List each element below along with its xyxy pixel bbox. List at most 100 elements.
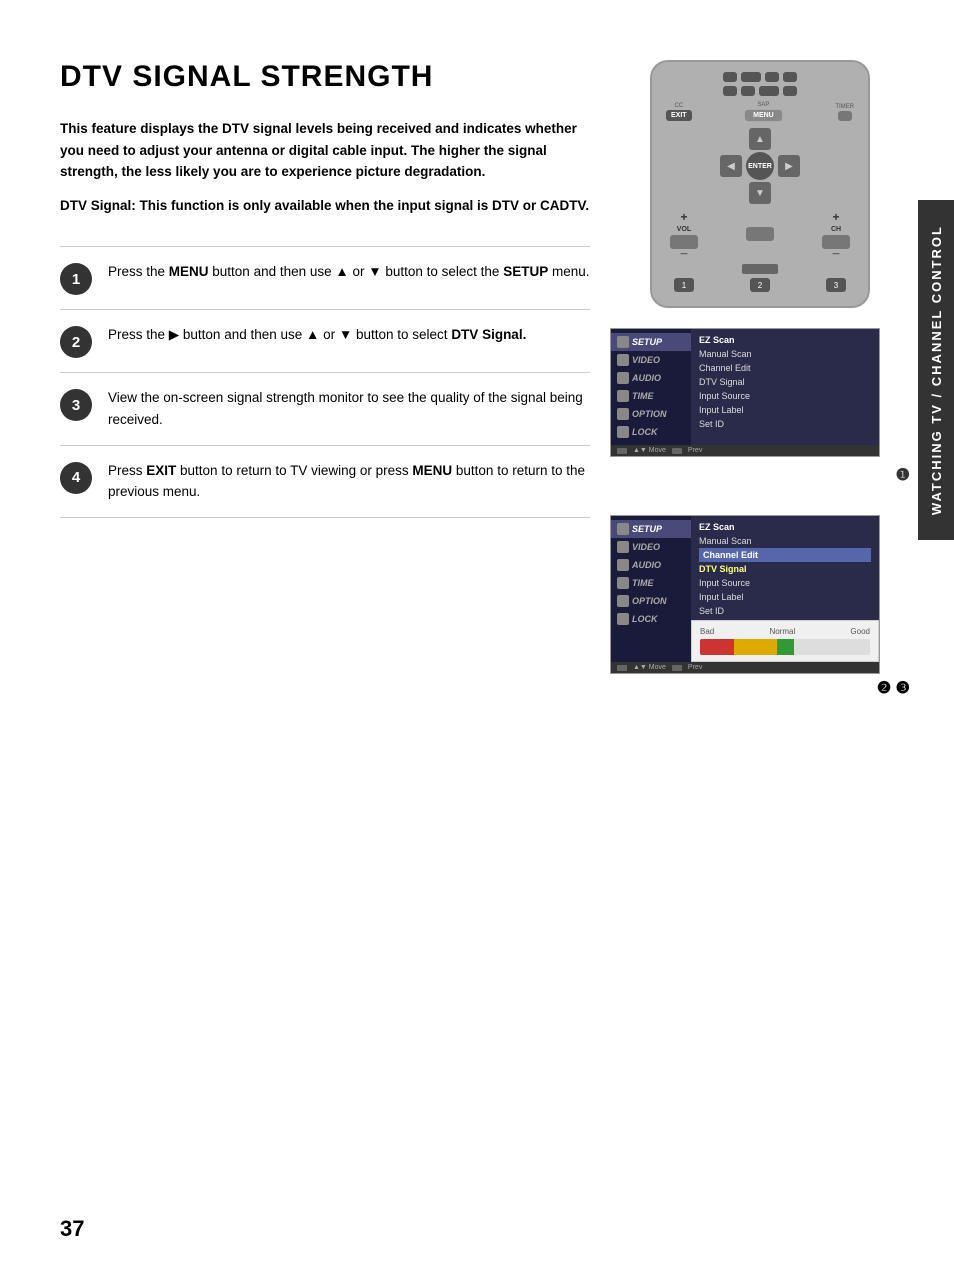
timer-button[interactable] xyxy=(838,111,852,121)
menu-screenshot-2: SETUP VIDEO AUDIO TIME xyxy=(610,515,880,674)
menu-layout-1: SETUP VIDEO AUDIO TIME xyxy=(611,329,879,445)
menu-right-manual-scan-1: Manual Scan xyxy=(699,347,871,361)
setup-icon-1 xyxy=(617,336,629,348)
enter-button[interactable]: ENTER xyxy=(746,152,774,180)
menu-right-set-id-2: Set ID xyxy=(699,604,871,618)
dpad-left[interactable]: ◀ xyxy=(720,155,742,177)
menu-item-video-1: VIDEO xyxy=(611,351,691,369)
remote-btn-rew xyxy=(723,86,737,96)
option-icon-1 xyxy=(617,408,629,420)
menu-prev-text-1: Prev xyxy=(688,447,702,454)
ch-label: CH xyxy=(831,226,841,233)
screenshot-wrapper-1: SETUP VIDEO AUDIO TIME xyxy=(610,328,910,485)
menu-right-input-source-1: Input Source xyxy=(699,389,871,403)
step-text-3: View the on-screen signal strength monit… xyxy=(108,387,590,430)
menu-right-dtv-signal-1: DTV Signal xyxy=(699,375,871,389)
menu-left-panel-1: SETUP VIDEO AUDIO TIME xyxy=(611,329,691,445)
nav-icon-1 xyxy=(617,448,627,454)
video-icon-1 xyxy=(617,354,629,366)
ok-icon-2 xyxy=(672,665,682,671)
mute-button[interactable] xyxy=(746,227,774,241)
menu-right-channel-edit-2: Channel Edit xyxy=(699,548,871,562)
remote-numpad: 1 2 3 xyxy=(674,278,846,292)
menu-right-input-label-1: Input Label xyxy=(699,403,871,417)
menu-bottom-bar-1: ▲▼ Move Prev xyxy=(611,445,879,456)
remote-btn-stop xyxy=(783,72,797,82)
sap-label: SAP xyxy=(757,102,769,108)
menu-item-time-1: TIME xyxy=(611,387,691,405)
remote-control: CC EXIT SAP MENU TIMER ▲ ◀ ENTER ▶ xyxy=(650,60,870,308)
menu-right-panel-1: EZ Scan Manual Scan Channel Edit DTV Sig… xyxy=(691,329,879,445)
nav-icon-2 xyxy=(617,665,627,671)
menu-right-ez-scan-1: EZ Scan xyxy=(699,333,871,347)
ch-minus[interactable]: — xyxy=(833,251,840,258)
remote-btn-pause xyxy=(765,72,779,82)
remote-btn-skip xyxy=(783,86,797,96)
menu-item-video-2: VIDEO xyxy=(611,538,691,556)
remote-btn-fwd xyxy=(759,86,779,96)
menu-right-input-label-2: Input Label xyxy=(699,590,871,604)
volume-group: + VOL — xyxy=(670,210,698,258)
menu-item-lock-1: LOCK xyxy=(611,423,691,441)
audio-icon-2 xyxy=(617,559,629,571)
step-text-2: Press the ▶ button and then use ▲ or ▼ b… xyxy=(108,324,526,346)
screenshot-wrapper-2: SETUP VIDEO AUDIO TIME xyxy=(610,515,910,698)
step-2: 2 Press the ▶ button and then use ▲ or ▼… xyxy=(60,309,590,372)
option-icon-2 xyxy=(617,595,629,607)
step-number-4: 4 xyxy=(60,462,92,494)
intro-paragraph-2: DTV Signal: This function is only availa… xyxy=(60,195,590,217)
video-icon-2 xyxy=(617,541,629,553)
menu-screenshot-1: SETUP VIDEO AUDIO TIME xyxy=(610,328,880,457)
menu-item-option-2: OPTION xyxy=(611,592,691,610)
menu-button[interactable]: MENU xyxy=(744,109,783,122)
num-2[interactable]: 2 xyxy=(750,278,770,292)
step-3: 3 View the on-screen signal strength mon… xyxy=(60,372,590,444)
remote-btn-record xyxy=(723,72,737,82)
dpad-right[interactable]: ▶ xyxy=(778,155,800,177)
ch-plus[interactable]: + xyxy=(832,210,839,224)
signal-normal-label: Normal xyxy=(769,627,795,636)
step-number-2: 2 xyxy=(60,326,92,358)
menu-item-time-2: TIME xyxy=(611,574,691,592)
vol-minus[interactable]: — xyxy=(681,251,688,258)
remote-top-buttons xyxy=(666,72,854,82)
menu-right-ez-scan-2: EZ Scan xyxy=(699,520,871,534)
dpad-up[interactable]: ▲ xyxy=(749,128,771,150)
steps-container: 1 Press the MENU button and then use ▲ o… xyxy=(60,246,590,517)
menu-prev-text-2: Prev xyxy=(688,664,702,671)
signal-bad-label: Bad xyxy=(700,627,714,636)
menu-left-panel-2: SETUP VIDEO AUDIO TIME xyxy=(611,516,691,662)
signal-bar xyxy=(700,639,870,655)
time-icon-2 xyxy=(617,577,629,589)
menu-right-input-source-2: Input Source xyxy=(699,576,871,590)
menu-right-channel-edit-1: Channel Edit xyxy=(699,361,871,375)
vol-plus[interactable]: + xyxy=(680,210,687,224)
dpad-down[interactable]: ▼ xyxy=(749,182,771,204)
menu-item-audio-2: AUDIO xyxy=(611,556,691,574)
signal-good-label: Good xyxy=(850,627,870,636)
step-text-4: Press EXIT button to return to TV viewin… xyxy=(108,460,590,503)
mute-row-btn[interactable] xyxy=(742,264,778,274)
menu-right-dtv-signal-2: DTV Signal xyxy=(699,562,871,576)
ch-btn[interactable] xyxy=(822,235,850,249)
num-3[interactable]: 3 xyxy=(826,278,846,292)
intro-paragraph-1: This feature displays the DTV signal lev… xyxy=(60,118,590,183)
exit-button[interactable]: EXIT xyxy=(666,110,692,121)
remote-btn-back xyxy=(741,86,755,96)
num-1[interactable]: 1 xyxy=(674,278,694,292)
signal-bar-labels: Bad Normal Good xyxy=(700,627,870,636)
channel-group: + CH — xyxy=(822,210,850,258)
audio-icon-1 xyxy=(617,372,629,384)
menu-item-audio-1: AUDIO xyxy=(611,369,691,387)
signal-normal-bar xyxy=(734,639,777,655)
timer-label: TIMER xyxy=(835,104,854,110)
signal-good-bar xyxy=(777,639,794,655)
setup-icon-2 xyxy=(617,523,629,535)
menu-item-option-1: OPTION xyxy=(611,405,691,423)
remote-btn-play xyxy=(741,72,761,82)
step-1: 1 Press the MENU button and then use ▲ o… xyxy=(60,246,590,309)
right-column: CC EXIT SAP MENU TIMER ▲ ◀ ENTER ▶ xyxy=(610,60,910,698)
menu-item-setup-2: SETUP xyxy=(611,520,691,538)
fav-button[interactable] xyxy=(670,235,698,249)
remote-second-buttons xyxy=(666,86,854,96)
